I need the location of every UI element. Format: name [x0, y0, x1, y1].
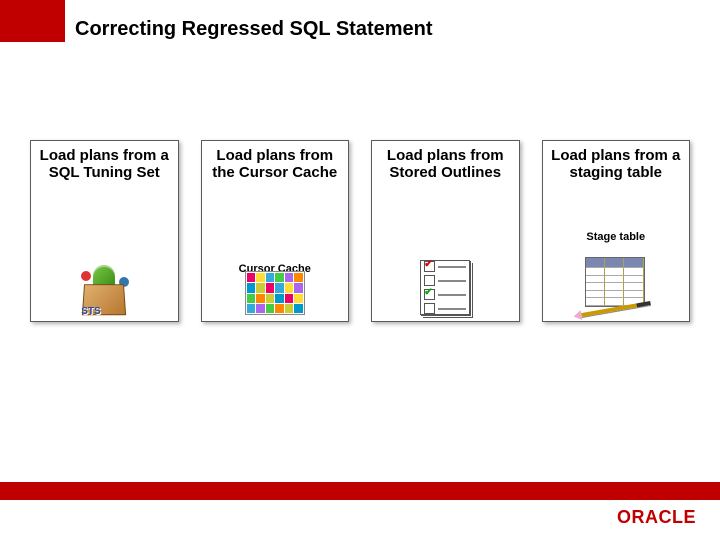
- oracle-logo: ORACLE: [617, 507, 696, 528]
- card-heading: Load plans from a staging table: [543, 141, 690, 182]
- checklist-icon: [420, 260, 470, 315]
- card-caption: Stage table: [543, 231, 690, 243]
- brand-accent-block: [0, 0, 65, 42]
- color-grid-icon: [245, 271, 305, 315]
- cards-row: Load plans from a SQL Tuning Set STS Loa…: [30, 140, 690, 322]
- card-cursor-cache: Load plans from the Cursor Cache Cursor …: [201, 140, 350, 322]
- table-pencil-icon: [581, 257, 651, 315]
- footer-accent-bar: [0, 482, 720, 500]
- card-sql-tuning-set: Load plans from a SQL Tuning Set STS: [30, 140, 179, 322]
- sts-badge: STS: [81, 306, 100, 317]
- card-staging-table: Load plans from a staging table Stage ta…: [542, 140, 691, 322]
- slide-title: Correcting Regressed SQL Statement: [75, 18, 433, 41]
- card-heading: Load plans from the Cursor Cache: [202, 141, 349, 182]
- card-heading: Load plans from Stored Outlines: [372, 141, 519, 182]
- card-heading: Load plans from a SQL Tuning Set: [31, 141, 178, 182]
- sts-box-icon: STS: [75, 265, 133, 315]
- card-stored-outlines: Load plans from Stored Outlines: [371, 140, 520, 322]
